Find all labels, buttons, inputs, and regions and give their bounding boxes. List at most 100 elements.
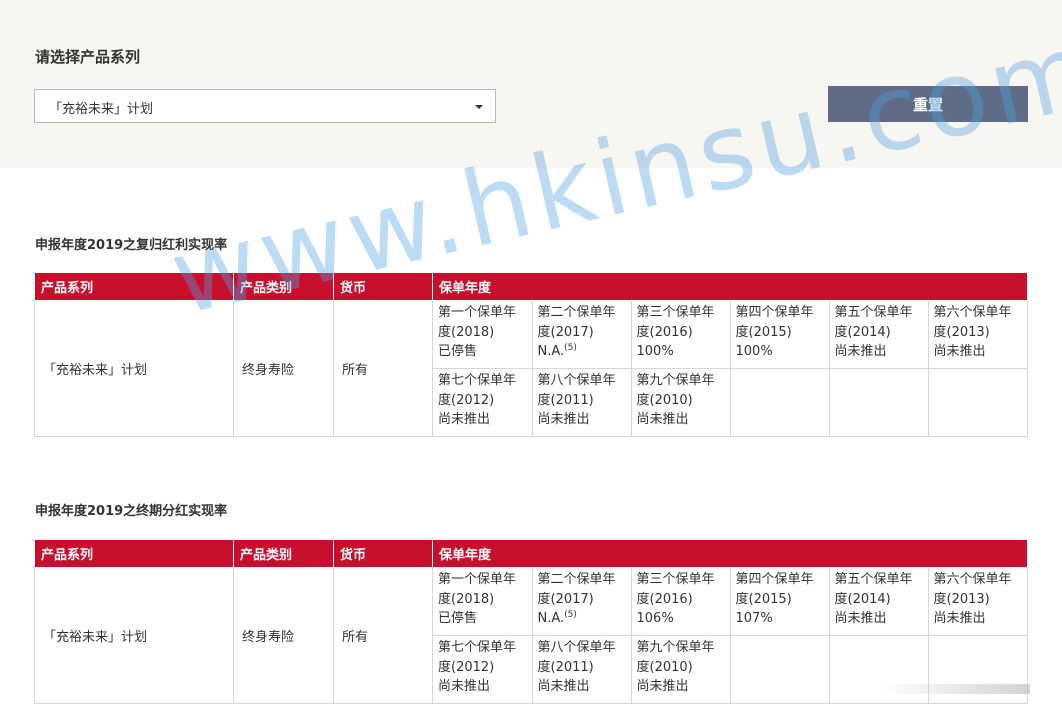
policy-year-value: 已停售 <box>438 611 478 626</box>
policy-year-value-line: N.A.(5) <box>538 342 631 362</box>
blur-decoration <box>880 684 1030 694</box>
policy-year-value-line: 尚未推出 <box>637 410 730 430</box>
policy-year-value: 尚未推出 <box>636 679 689 694</box>
policy-year-cell: 第四个保单年 度(2015) 107% <box>730 568 830 636</box>
policy-year-cell: 第八个保单年 度(2011) 尚未推出 <box>532 368 632 436</box>
policy-year-cell: 第五个保单年 度(2014) 尚未推出 <box>829 301 929 369</box>
policy-year-value-line: N.A.(5) <box>538 609 631 629</box>
policy-year-line2: 度(2018) <box>438 591 495 607</box>
policy-year-cell: 第六个保单年 度(2013) 尚未推出 <box>928 301 1027 369</box>
policy-year-cell: 第三个保单年 度(2016) 106% <box>631 568 731 636</box>
policy-year-line2: 度(2010) <box>636 392 693 408</box>
policy-year-line1: 第八个保单年 <box>537 373 616 388</box>
policy-year-line1: 第一个保单年 <box>438 572 517 587</box>
section-title-terminal: 申报年度2019之终期分红实现率 <box>35 504 228 519</box>
policy-year-value-line: 尚未推出 <box>934 342 1028 362</box>
policy-year-value: 尚未推出 <box>537 412 590 427</box>
policy-year-line2: 度(2011) <box>537 659 594 675</box>
cell-currency: 所有 <box>333 567 433 704</box>
policy-year-value-line: 100% <box>637 342 730 362</box>
header-currency: 货币 <box>333 273 433 301</box>
filter-panel: 请选择产品系列 「充裕未来」计划 重置 <box>0 0 1062 168</box>
policy-year-line1: 第一个保单年 <box>438 305 517 320</box>
product-series-selected: 「充裕未来」计划 <box>49 102 154 117</box>
policy-year-value-line: 尚未推出 <box>637 677 730 697</box>
footnote-marker: (5) <box>564 610 577 620</box>
policy-year-line1: 第九个保单年 <box>636 640 715 655</box>
policy-year-row: 第一个保单年 度(2018) 已停售 第二个保单年 度(2017) N.A.(5) 第三个保… <box>433 568 1027 636</box>
policy-year-row: 第七个保单年 度(2012) 尚未推出 第八个保单年 度(2011) 尚未推出 第九个保单年… <box>433 368 1027 437</box>
policy-year-line2: 度(2015) <box>735 324 792 340</box>
empty-cell <box>730 635 830 703</box>
empty-cell <box>829 368 929 436</box>
policy-year-line2: 度(2016) <box>636 324 693 340</box>
policy-year-row: 第一个保单年 度(2018) 已停售 第二个保单年 度(2017) N.A.(5) 第三个保… <box>433 301 1027 369</box>
policy-year-line2: 度(2010) <box>636 659 693 675</box>
policy-year-line1: 第五个保单年 <box>834 572 913 587</box>
caret-down-icon <box>475 105 483 109</box>
policy-year-value: 100% <box>636 344 674 359</box>
policy-year-value-line: 106% <box>637 609 730 629</box>
policy-years-grid: 第一个保单年 度(2018) 已停售 第二个保单年 度(2017) N.A.(5) 第三个保… <box>433 301 1027 436</box>
table-row: 「充裕未来」计划 终身寿险 所有 第一个保单年 度(2018) 已停售 第二个保单年度… <box>34 567 1028 704</box>
policy-year-value-line: 已停售 <box>438 342 532 362</box>
table-header-row: 产品系列 产品类别 货币 保单年度 <box>34 540 1028 568</box>
cell-currency: 所有 <box>333 300 433 437</box>
header-product-series: 产品系列 <box>34 540 234 568</box>
policy-year-value: 尚未推出 <box>537 679 590 694</box>
policy-year-cell: 第五个保单年 度(2014) 尚未推出 <box>829 568 929 636</box>
table-row: 「充裕未来」计划 终身寿险 所有 第一个保单年 度(2018) 已停售 第二个保单年度… <box>34 300 1028 437</box>
policy-year-value: 尚未推出 <box>636 412 689 427</box>
policy-year-cell: 第七个保单年 度(2012) 尚未推出 <box>433 368 533 436</box>
policy-year-line2: 度(2014) <box>834 591 891 607</box>
cell-policy-years: 第一个保单年 度(2018) 已停售 第二个保单年 度(2017) N.A.(5) 第三个保… <box>432 300 1028 437</box>
policy-year-cell: 第一个保单年 度(2018) 已停售 <box>433 568 533 636</box>
policy-year-value: 尚未推出 <box>438 679 491 694</box>
policy-year-value: 106% <box>636 611 674 626</box>
policy-year-line1: 第三个保单年 <box>636 305 715 320</box>
policy-year-line1: 第三个保单年 <box>636 572 715 587</box>
policy-year-value-line: 尚未推出 <box>438 410 532 430</box>
policy-year-cell: 第七个保单年 度(2012) 尚未推出 <box>433 635 533 703</box>
policy-year-cell: 第二个保单年 度(2017) N.A.(5) <box>532 301 632 369</box>
policy-year-line1: 第七个保单年 <box>438 640 517 655</box>
policy-year-line1: 第二个保单年 <box>537 305 616 320</box>
policy-year-line1: 第八个保单年 <box>537 640 616 655</box>
policy-year-value: N.A. <box>537 344 565 359</box>
header-product-category: 产品类别 <box>233 540 334 568</box>
policy-year-line1: 第七个保单年 <box>438 373 517 388</box>
policy-year-value: 尚未推出 <box>834 611 887 626</box>
policy-year-line2: 度(2016) <box>636 591 693 607</box>
policy-year-cell: 第九个保单年 度(2010) 尚未推出 <box>631 368 731 436</box>
table-header-row: 产品系列 产品类别 货币 保单年度 <box>34 273 1028 301</box>
policy-year-line1: 第五个保单年 <box>834 305 913 320</box>
policy-year-value-line: 尚未推出 <box>538 410 631 430</box>
header-product-series: 产品系列 <box>34 273 234 301</box>
policy-year-value-line: 尚未推出 <box>934 609 1028 629</box>
policy-year-value: 尚未推出 <box>933 611 986 626</box>
policy-year-line2: 度(2017) <box>537 591 594 607</box>
policy-year-line2: 度(2012) <box>438 659 495 675</box>
policy-year-value-line: 107% <box>736 609 829 629</box>
policy-years-grid: 第一个保单年 度(2018) 已停售 第二个保单年 度(2017) N.A.(5) 第三个保… <box>433 568 1027 703</box>
header-policy-year: 保单年度 <box>432 540 1028 568</box>
policy-year-cell: 第四个保单年 度(2015) 100% <box>730 301 830 369</box>
policy-year-line1: 第六个保单年 <box>933 305 1012 320</box>
header-product-category: 产品类别 <box>233 273 334 301</box>
empty-cell <box>928 369 1027 437</box>
policy-year-value-line: 尚未推出 <box>538 677 631 697</box>
policy-year-line1: 第四个保单年 <box>735 572 814 587</box>
header-currency: 货币 <box>333 540 433 568</box>
policy-year-value: 100% <box>735 344 773 359</box>
policy-year-line1: 第二个保单年 <box>537 572 616 587</box>
policy-year-value-line: 尚未推出 <box>835 609 928 629</box>
policy-year-cell: 第一个保单年 度(2018) 已停售 <box>433 301 533 369</box>
cell-category: 终身寿险 <box>233 567 334 704</box>
cell-product: 「充裕未来」计划 <box>34 300 234 437</box>
policy-year-value: 尚未推出 <box>438 412 491 427</box>
empty-cell <box>730 368 830 436</box>
policy-year-value-line: 尚未推出 <box>835 342 928 362</box>
cell-product: 「充裕未来」计划 <box>34 567 234 704</box>
product-series-dropdown[interactable]: 「充裕未来」计划 <box>34 89 496 123</box>
reset-button[interactable]: 重置 <box>828 86 1028 122</box>
